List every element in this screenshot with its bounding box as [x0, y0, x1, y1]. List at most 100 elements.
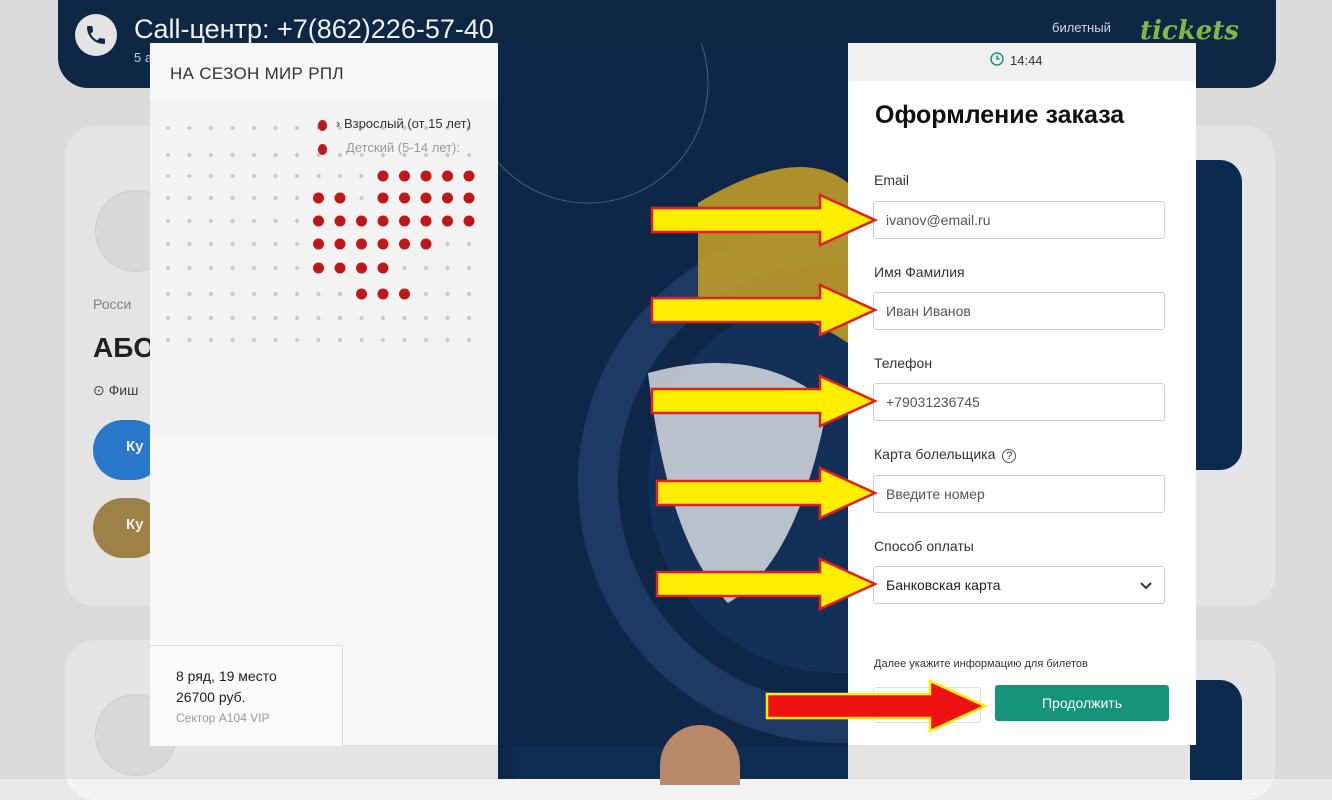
seat-available[interactable]: [463, 215, 475, 227]
seat-available[interactable]: [356, 262, 367, 274]
seat-unavailable: [187, 174, 192, 178]
seat-unavailable: [230, 266, 235, 270]
seat-available[interactable]: [313, 192, 324, 204]
seat-available[interactable]: [420, 238, 432, 250]
seat-available[interactable]: [334, 192, 346, 204]
seat-unavailable: [166, 126, 170, 130]
legend-adult[interactable]: › Взрослый (от 15 лет): [336, 116, 471, 131]
email-field[interactable]: ivanov@email.ru: [873, 201, 1165, 239]
seat-unavailable: [316, 338, 321, 342]
seat-unavailable: [230, 292, 235, 296]
seat-available[interactable]: [334, 215, 346, 227]
seat-unavailable: [187, 196, 192, 200]
seat-unavailable: [230, 338, 235, 342]
seat-unavailable: [187, 242, 192, 246]
seat-available[interactable]: [334, 238, 346, 250]
seat-available[interactable]: [399, 192, 410, 204]
seat-available[interactable]: [377, 170, 389, 182]
seat-unavailable: [230, 174, 235, 178]
fan-card-placeholder: Введите номер: [886, 486, 985, 502]
seat-available[interactable]: [442, 192, 453, 204]
seat-available[interactable]: [399, 238, 410, 250]
seat-unavailable: [467, 292, 471, 296]
name-field[interactable]: Иван Иванов: [873, 292, 1165, 330]
seat-unavailable: [295, 242, 299, 246]
seat-unavailable: [252, 196, 256, 200]
seat-unavailable: [295, 126, 299, 130]
fan-card-field[interactable]: Введите номер: [873, 475, 1165, 513]
phone-field[interactable]: +79031236745: [873, 383, 1165, 421]
payment-select[interactable]: Банковская карта: [873, 566, 1165, 604]
seat-unavailable: [209, 153, 213, 157]
tickets-hint: Далее укажите информацию для билетов: [874, 658, 1088, 670]
seat-unavailable: [166, 196, 170, 200]
seat-unavailable: [338, 338, 342, 342]
seat-unavailable: [359, 338, 364, 342]
seat-available[interactable]: [334, 262, 346, 274]
seat-unavailable: [402, 266, 407, 270]
countdown-timer: 14:44: [990, 52, 1043, 69]
seat-available[interactable]: [356, 288, 367, 300]
seat-unavailable: [424, 338, 428, 342]
seat-unavailable: [166, 153, 170, 157]
seat-unavailable: [273, 174, 278, 178]
phone-label: Телефон: [874, 355, 933, 371]
seat-available[interactable]: [399, 170, 410, 182]
seat-unavailable: [166, 316, 170, 320]
seat-available[interactable]: [377, 288, 389, 300]
legend-child-dot: [318, 144, 327, 155]
seat-available[interactable]: [377, 215, 389, 227]
seat-unavailable: [230, 196, 235, 200]
seat-unavailable: [295, 266, 299, 270]
seat-unavailable: [209, 338, 213, 342]
seat-available[interactable]: [420, 192, 432, 204]
legend-child-label: Детский (5-14 лет):: [346, 140, 460, 155]
seat-available[interactable]: [313, 262, 324, 274]
seat-unavailable: [273, 196, 278, 200]
help-circle-icon[interactable]: ?: [1002, 449, 1017, 463]
seat-available[interactable]: [399, 215, 410, 227]
seat-available[interactable]: [377, 192, 389, 204]
seat-unavailable: [424, 266, 428, 270]
seat-available[interactable]: [463, 192, 475, 204]
order-title: Оформление заказа: [875, 101, 1125, 129]
arrow-to-email: [650, 193, 879, 247]
seat-available[interactable]: [442, 215, 453, 227]
seat-unavailable: [316, 292, 321, 296]
seat-price: 26700 руб.: [176, 689, 246, 705]
seat-unavailable: [338, 316, 342, 320]
seat-unavailable: [209, 196, 213, 200]
seat-unavailable: [209, 126, 213, 130]
seat-unavailable: [445, 242, 450, 246]
seat-unavailable: [252, 266, 256, 270]
seat-available[interactable]: [463, 170, 475, 182]
seat-unavailable: [187, 292, 192, 296]
phone-value: +79031236745: [886, 394, 980, 410]
seat-unavailable: [166, 242, 170, 246]
seat-available[interactable]: [442, 170, 453, 182]
chevron-down-icon: [1140, 577, 1152, 593]
continue-button[interactable]: Продолжить: [995, 685, 1169, 721]
legend-child[interactable]: Детский (5-14 лет):: [346, 140, 460, 155]
seat-available[interactable]: [356, 215, 367, 227]
seat-unavailable: [295, 292, 299, 296]
seat-unavailable: [445, 316, 450, 320]
seat-unavailable: [209, 316, 213, 320]
seat-unavailable: [209, 266, 213, 270]
seat-unavailable: [273, 266, 278, 270]
seat-available[interactable]: [377, 238, 389, 250]
seat-available[interactable]: [420, 170, 432, 182]
seat-available[interactable]: [399, 288, 410, 300]
seat-unavailable: [402, 316, 407, 320]
seat-available[interactable]: [313, 215, 324, 227]
arrow-to-fan-card: [655, 466, 879, 520]
seat-unavailable: [467, 266, 471, 270]
seat-unavailable: [424, 316, 428, 320]
seat-unavailable: [359, 174, 364, 178]
seat-unavailable: [359, 316, 364, 320]
seat-available[interactable]: [420, 215, 432, 227]
seat-available[interactable]: [377, 262, 389, 274]
seat-unavailable: [338, 174, 342, 178]
seat-available[interactable]: [356, 238, 367, 250]
seat-available[interactable]: [313, 238, 324, 250]
